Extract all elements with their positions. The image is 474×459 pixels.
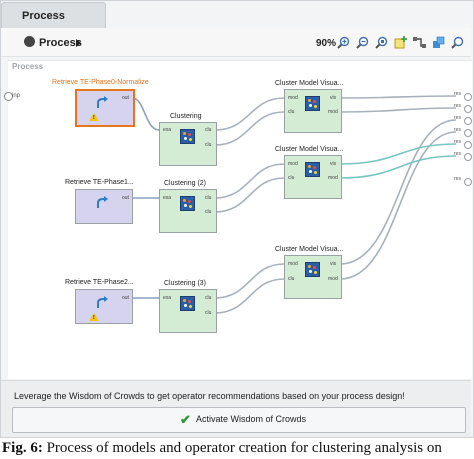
retrieve-icon [97,196,108,208]
cluster-visual-2-in1-label: mod [288,261,298,267]
clustering-icon [180,129,195,144]
clustering-0-out1-label: clu [205,127,212,133]
cluster-visual-2-out2-label: mod [328,276,338,282]
cluster-visual-1-title: Cluster Model Visua... [275,146,344,153]
warning-icon: ! [89,113,99,121]
cluster-visual-0-in1-label: mod [288,95,298,101]
cluster-visual-1-out2-label: mod [328,175,338,181]
clustering-icon [180,296,195,311]
caption-label: Fig. 6: [2,440,43,456]
result-port[interactable] [464,117,472,125]
result-port-label: res [454,103,461,109]
process-tab-label: Process [22,10,65,22]
retrieve-1-out-label: out [122,195,129,201]
cluster-visual-0-title: Cluster Model Visua... [275,80,344,87]
retrieve-icon [97,96,108,108]
process-icon [24,36,35,47]
zoom-out-icon[interactable] [356,36,369,49]
process-tab[interactable]: Process [1,2,106,29]
clustering-1-title: Clustering (2) [164,180,207,187]
clustering-1-out1-label: clu [205,195,212,201]
result-port[interactable] [464,93,472,101]
cluster-visualizer-icon [305,96,320,111]
clustering-2-out1-label: clu [205,295,212,301]
zoom-in-icon[interactable] [337,36,350,49]
retrieve-1-title: Retrieve TE-Phase1... [65,179,134,186]
retrieve-0-out-label: out [122,95,129,101]
retrieve-2-title: Retrieve TE-Phase2... [65,279,134,286]
result-port-label: res [454,176,461,182]
result-port-label: res [454,151,461,157]
cluster-visual-0-in2-label: clu [288,109,295,115]
clustering-0-out2-label: clu [205,142,212,148]
clustering-2-title: Clustering (3) [164,280,207,287]
result-port[interactable] [464,129,472,137]
auto-wire-icon[interactable] [413,36,426,49]
clustering-1-in-label: exa [163,195,172,201]
cluster-visual-1-in1-label: mod [288,161,298,167]
clustering-icon [180,196,195,211]
retrieve-2-out-label: out [122,295,129,301]
cluster-visual-0-out2-label: mod [328,109,338,115]
canvas-label: Process [12,62,44,71]
zoom-reset-icon[interactable] [451,36,464,49]
result-port[interactable] [464,105,472,113]
checkmark-icon: ✔ [180,412,191,427]
zoom-level: 90% [316,38,337,49]
caption-text: Process of models and operator creation … [42,440,442,456]
wisdom-hint: Leverage the Wisdom of Crowds to get ope… [14,391,405,401]
cluster-visual-2-out1-label: vis [330,261,337,267]
result-port[interactable] [464,141,472,149]
result-port-label: res [454,91,461,97]
cluster-visual-2-title: Cluster Model Visua... [275,246,344,253]
warning-icon: ! [89,313,99,321]
clustering-2-in-label: exa [163,295,172,301]
retrieve-icon [97,296,108,308]
retrieve-0-title: Retrieve TE-Phase0-Normalize [52,79,149,86]
cluster-visualizer-icon [305,262,320,277]
process-input-label: inp [12,93,21,99]
add-note-icon[interactable] [394,36,407,49]
result-port-label: res [454,139,461,145]
zoom-fit-icon[interactable] [375,36,388,49]
cluster-visual-1-in2-label: clu [288,175,295,181]
result-port[interactable] [464,178,472,186]
cluster-visual-2-in2-label: clu [288,276,295,282]
result-port-label: res [454,115,461,121]
layout-icon[interactable] [432,36,445,49]
clustering-1-out2-label: clu [205,209,212,215]
figure-caption: Fig. 6: Process of models and operator c… [2,440,442,457]
activate-wisdom-label[interactable]: Activate Wisdom of Crowds [196,414,306,424]
cluster-visual-1-out1-label: vis [330,161,337,167]
clustering-0-title: Clustering [170,113,202,120]
clustering-2-out2-label: clu [205,310,212,316]
breadcrumb-arrow-icon[interactable] [76,39,81,47]
result-port-label: res [454,127,461,133]
result-port[interactable] [464,153,472,161]
clustering-0-in-label: exa [163,127,172,133]
cluster-visualizer-icon [305,162,320,177]
cluster-visual-0-out1-label: vis [330,95,337,101]
